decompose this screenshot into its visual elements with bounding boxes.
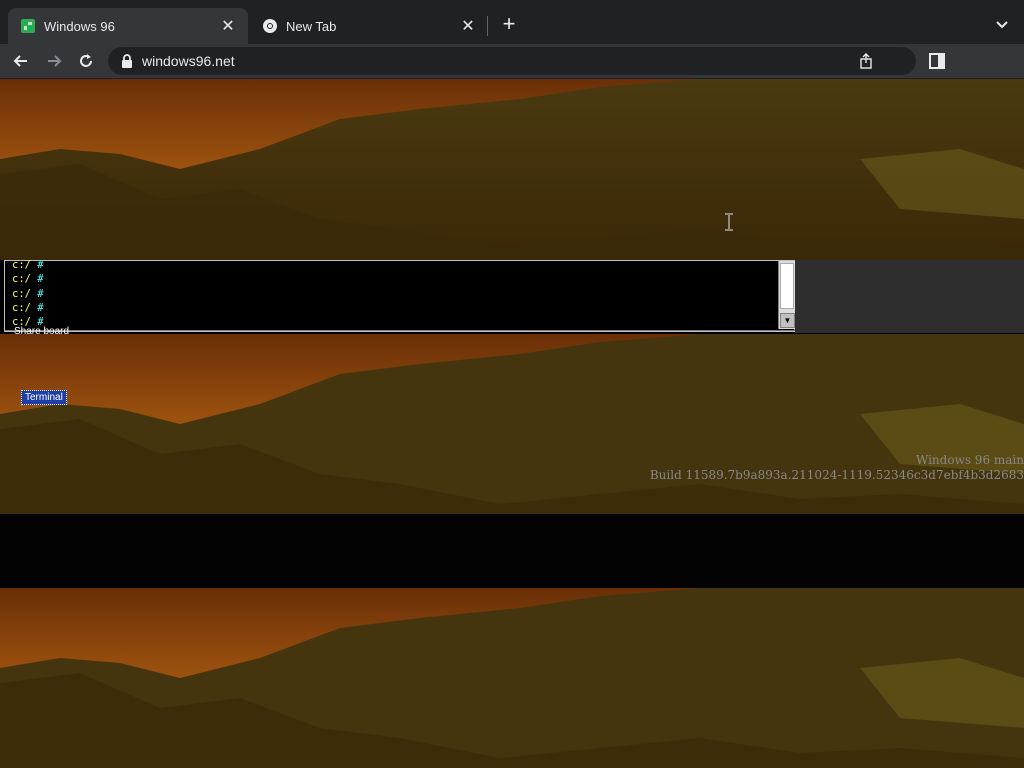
terminal-output[interactable]: c:/ # c:/ # c:/ # c:/ # c:/ # xyxy=(12,258,44,329)
terminal-line: c:/ # xyxy=(12,259,44,271)
tab-search-chevron-icon[interactable] xyxy=(992,14,1012,34)
browser-toolbar: windows96.net xyxy=(0,44,1024,79)
terminal-scrollbar[interactable]: ▼ xyxy=(778,261,795,329)
lock-icon[interactable] xyxy=(120,53,134,69)
tab-windows96[interactable]: Windows 96 ✕ xyxy=(8,8,248,44)
window-backdrop xyxy=(795,260,1024,333)
terminal-window[interactable]: c:/ # c:/ # c:/ # c:/ # c:/ # ▼ xyxy=(4,258,796,332)
forward-arrow-icon[interactable] xyxy=(43,50,65,72)
build-title: Windows 96 main xyxy=(915,453,1024,467)
terminal-line: c:/ # xyxy=(12,301,44,314)
tab-strip: Windows 96 ✕ New Tab ✕ + xyxy=(0,0,1024,44)
terminal-desktop-icon-label[interactable]: Terminal xyxy=(21,390,67,405)
address-bar[interactable]: windows96.net xyxy=(108,47,916,75)
tab-title: Windows 96 xyxy=(44,18,115,34)
scroll-down-arrow-icon[interactable]: ▼ xyxy=(780,313,795,328)
wallpaper-band xyxy=(0,79,1024,260)
black-band xyxy=(0,514,1024,588)
wallpaper-band xyxy=(0,588,1024,768)
close-tab-icon[interactable]: ✕ xyxy=(460,16,476,36)
close-tab-icon[interactable]: ✕ xyxy=(220,16,236,36)
url-text[interactable]: windows96.net xyxy=(142,53,858,69)
tab-title: New Tab xyxy=(286,18,337,34)
terminal-line: c:/ # xyxy=(12,287,44,300)
wallpaper-band xyxy=(0,334,1024,514)
share-icon[interactable] xyxy=(858,53,874,69)
windows96-icon xyxy=(20,18,36,34)
tab-new-tab[interactable]: New Tab ✕ xyxy=(250,8,488,44)
new-tab-button[interactable]: + xyxy=(499,13,519,37)
build-number: Build 11589.7b9a893a.211024-1119.52346c3… xyxy=(649,468,1024,482)
chrome-icon xyxy=(262,18,278,34)
terminal-line: c:/ # xyxy=(12,273,44,286)
text-cursor-icon xyxy=(724,213,734,231)
side-panel-icon[interactable] xyxy=(928,52,946,70)
desktop-icon-label-partial[interactable]: Share board xyxy=(14,326,69,337)
page-viewport: c:/ # c:/ # c:/ # c:/ # c:/ # ▼ Share board … xyxy=(0,79,1024,768)
back-arrow-icon[interactable] xyxy=(10,50,32,72)
reload-icon[interactable] xyxy=(75,50,97,72)
scrollbar-thumb[interactable] xyxy=(780,263,794,309)
tab-separator xyxy=(487,16,488,36)
build-watermark: Windows 96 main Build 11589.7b9a893a.2110… xyxy=(650,453,1024,483)
